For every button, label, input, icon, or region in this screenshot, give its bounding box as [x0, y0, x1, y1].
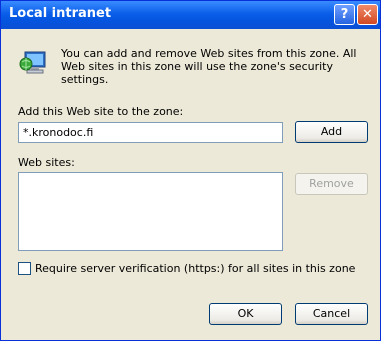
window-title: Local intranet: [9, 6, 112, 21]
add-button[interactable]: Add: [295, 121, 368, 143]
title-bar[interactable]: Local intranet ? ✕: [1, 1, 380, 29]
verify-label[interactable]: Require server verification (https:) for…: [35, 262, 355, 275]
add-site-value: *.kronodoc.fi: [23, 126, 94, 139]
help-button[interactable]: ?: [334, 4, 355, 25]
ok-button[interactable]: OK: [209, 303, 282, 325]
close-button[interactable]: ✕: [357, 4, 378, 25]
sites-label: Web sites:: [18, 156, 75, 169]
intranet-zone-icon: [19, 51, 46, 74]
remove-button[interactable]: Remove: [295, 173, 368, 195]
add-site-input[interactable]: *.kronodoc.fi: [18, 122, 283, 143]
info-text: You can add and remove Web sites from th…: [61, 47, 357, 86]
add-site-label: Add this Web site to the zone:: [18, 105, 184, 118]
dialog-window: Local intranet ? ✕ You can add and remov…: [0, 0, 381, 341]
sites-listbox[interactable]: [18, 172, 283, 251]
verify-checkbox[interactable]: [18, 262, 31, 275]
cancel-button[interactable]: Cancel: [295, 303, 368, 325]
